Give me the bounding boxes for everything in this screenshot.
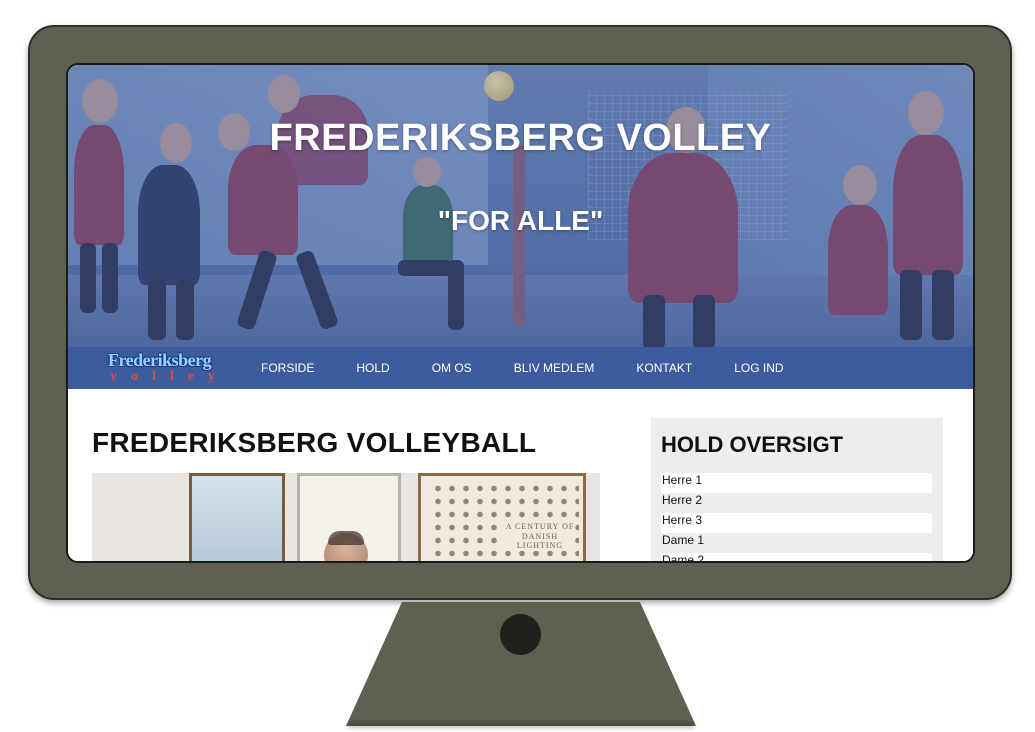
stand-shadow — [348, 722, 694, 728]
team-link-herre-2[interactable]: Herre 2 — [661, 493, 932, 513]
hero-banner: FREDERIKSBERG VOLLEY "FOR ALLE" — [68, 65, 973, 349]
nav-menu: FORSIDE HOLD OM OS BLIV MEDLEM KONTAKT L… — [261, 347, 784, 389]
nav-item-forside[interactable]: FORSIDE — [261, 361, 314, 375]
main-content: FREDERIKSBERG VOLLEYBALL A CENTURY OF DA… — [68, 389, 973, 561]
poster-text: A CENTURY OF DANISH LIGHTING — [505, 522, 575, 551]
nav-item-bliv-medlem[interactable]: BLIV MEDLEM — [514, 361, 595, 375]
team-link-dame-1[interactable]: Dame 1 — [661, 533, 932, 553]
team-link-herre-3[interactable]: Herre 3 — [661, 513, 932, 533]
logo-text-top: Frederiksberg — [108, 350, 212, 370]
wall-poster-frame: A CENTURY OF DANISH LIGHTING — [418, 473, 586, 561]
monitor-screen: FREDERIKSBERG VOLLEY "FOR ALLE" Frederik… — [66, 63, 975, 563]
article-photo: A CENTURY OF DANISH LIGHTING — [92, 473, 600, 561]
team-overview-sidebar: HOLD OVERSIGT Herre 1 Herre 2 Herre 3 Da… — [651, 418, 943, 561]
wall-poster-frame — [189, 473, 285, 561]
hero-subtitle: "FOR ALLE" — [437, 205, 604, 236]
power-button-icon — [500, 614, 541, 655]
main-navigation: Frederiksberg volley FORSIDE HOLD OM OS … — [68, 347, 973, 389]
team-list: Herre 1 Herre 2 Herre 3 Dame 1 Dame 2 — [661, 473, 932, 561]
nav-item-om-os[interactable]: OM OS — [432, 361, 472, 375]
club-logo[interactable]: Frederiksberg volley — [108, 351, 220, 387]
nav-item-kontakt[interactable]: KONTAKT — [636, 361, 692, 375]
team-link-herre-1[interactable]: Herre 1 — [661, 473, 932, 493]
nav-item-log-ind[interactable]: LOG IND — [734, 361, 783, 375]
sidebar-title: HOLD OVERSIGT — [661, 432, 844, 457]
team-link-dame-2[interactable]: Dame 2 — [661, 553, 932, 561]
hero-title: FREDERIKSBERG VOLLEY — [269, 117, 772, 159]
nav-item-hold[interactable]: HOLD — [356, 361, 389, 375]
page-title: FREDERIKSBERG VOLLEYBALL — [92, 427, 537, 458]
logo-text-bottom: volley — [110, 369, 229, 384]
